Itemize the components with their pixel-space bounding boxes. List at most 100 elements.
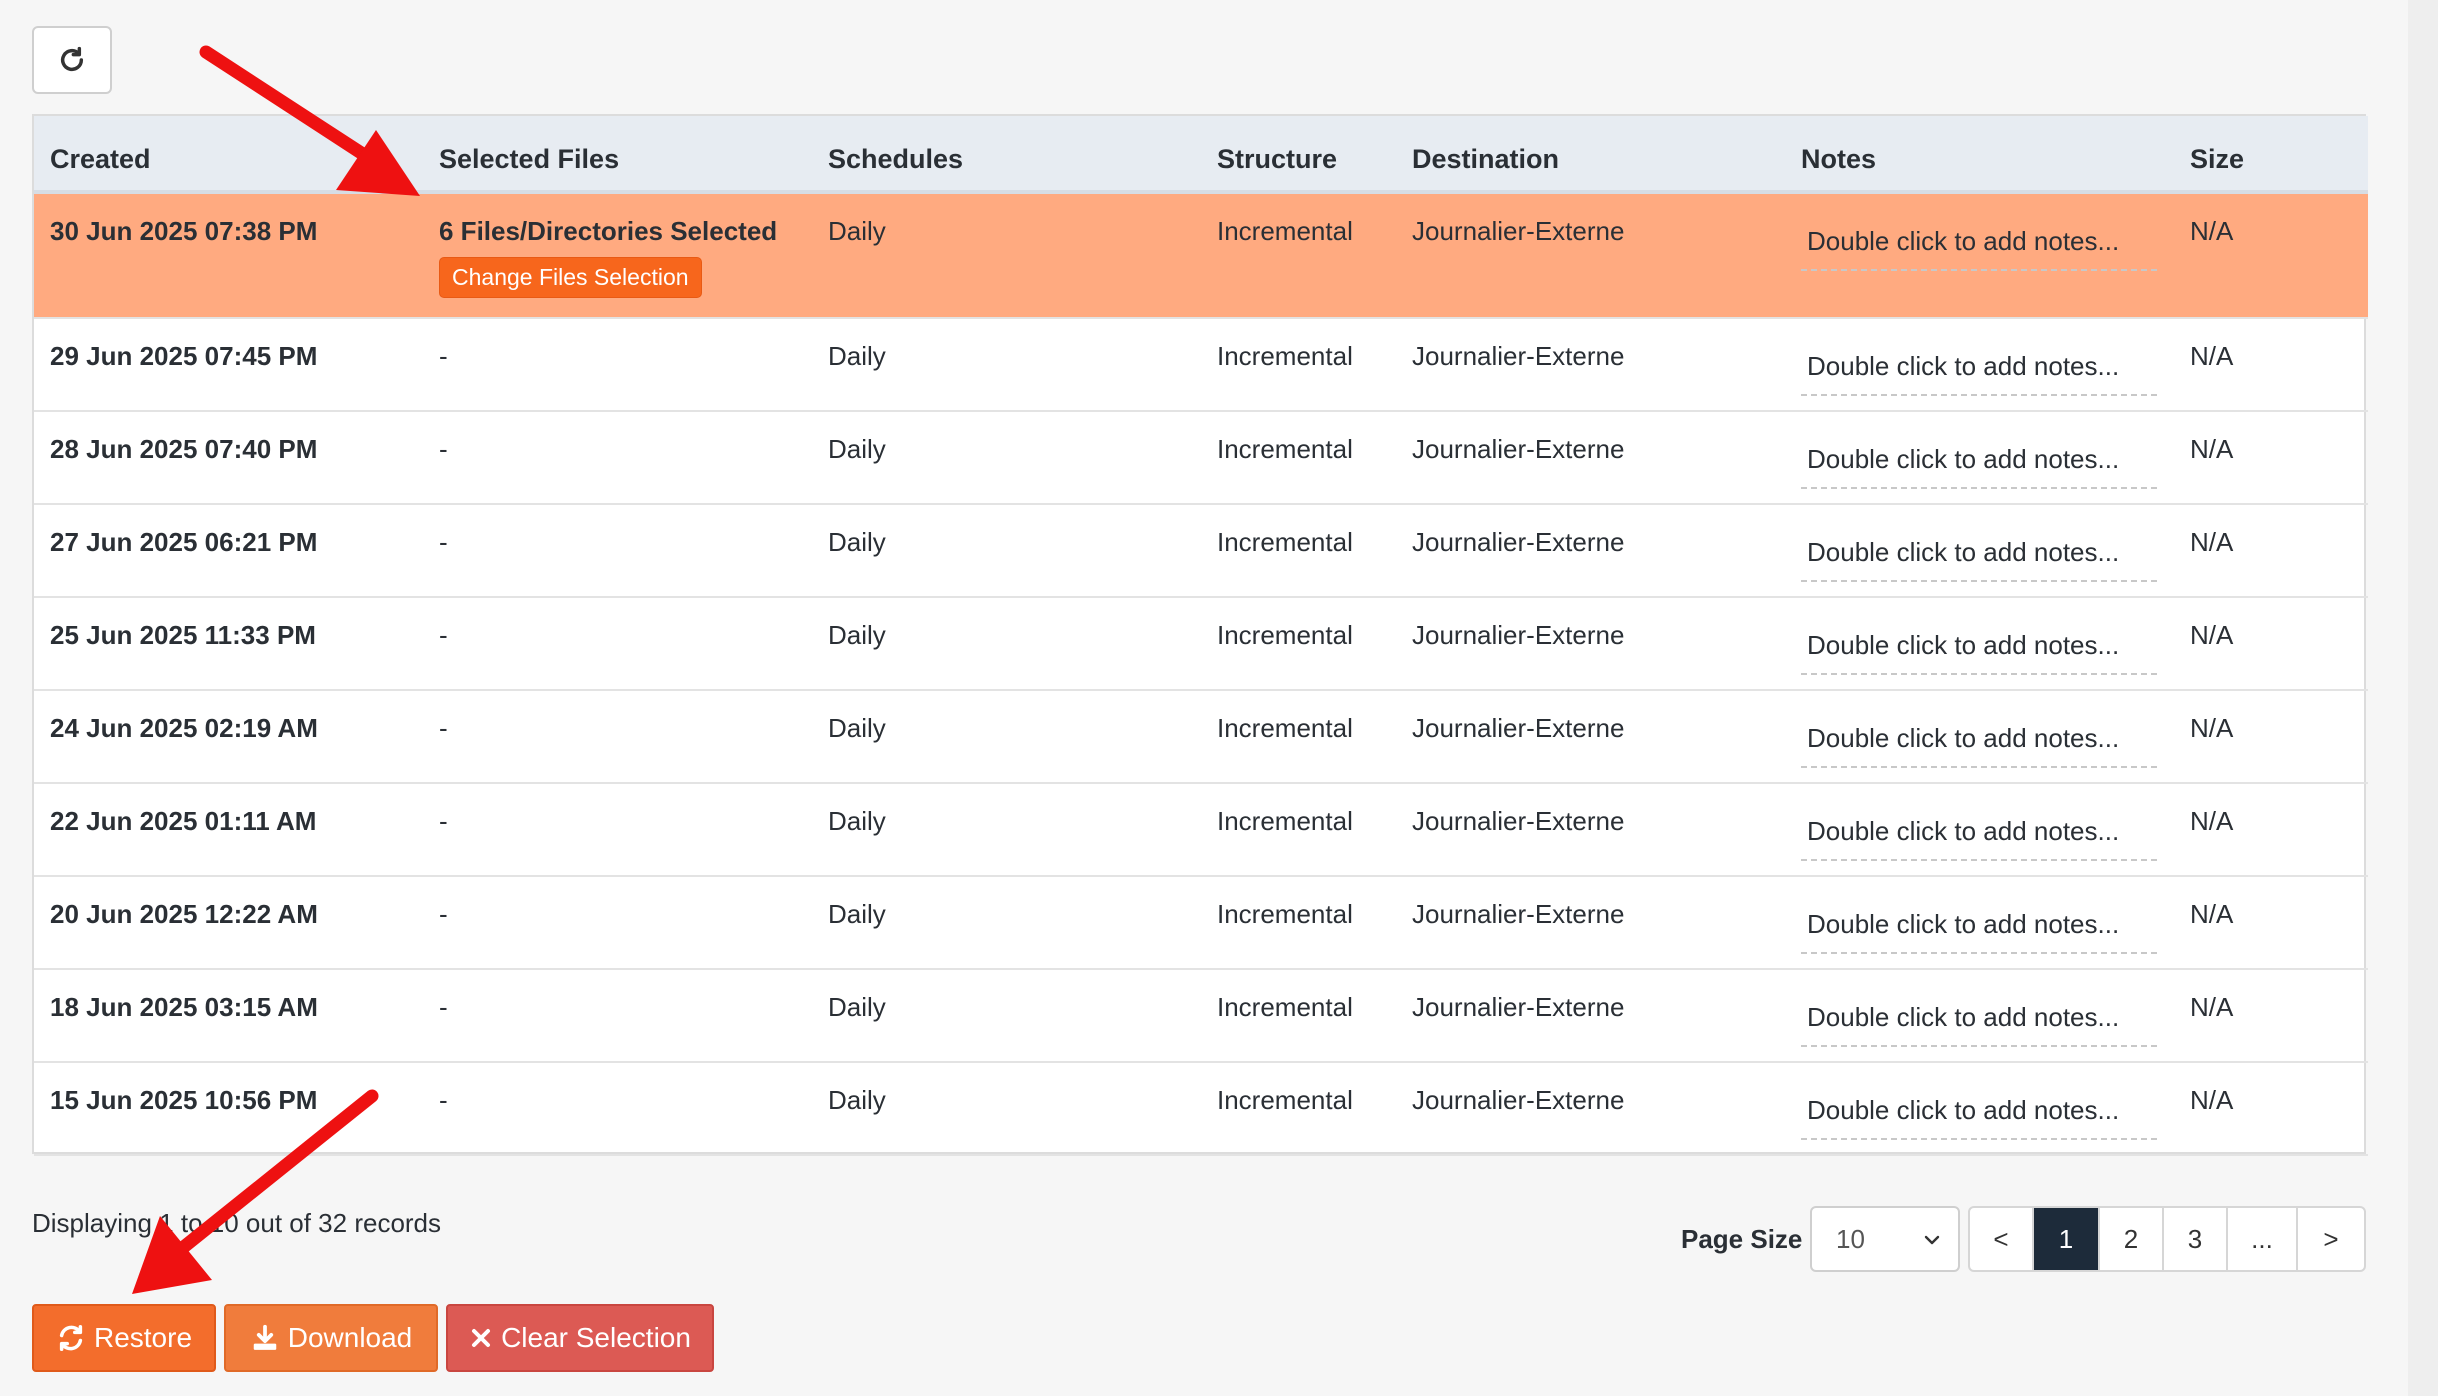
change-files-selection-button[interactable]: Change Files Selection bbox=[439, 257, 702, 298]
cell-selected-files: - bbox=[423, 876, 812, 969]
page-ellipsis-button[interactable]: ... bbox=[2228, 1208, 2298, 1270]
table-row[interactable]: 20 Jun 2025 12:22 AM - Daily Incremental Jou… bbox=[34, 876, 2368, 969]
cell-destination-text: Journalier-Externe bbox=[1412, 1085, 1625, 1115]
chevron-down-icon bbox=[1924, 1235, 1940, 1245]
cell-destination-text: Journalier-Externe bbox=[1412, 992, 1625, 1022]
cell-destination: Journalier-Externe bbox=[1396, 504, 1785, 597]
header-selected-files[interactable]: Selected Files bbox=[423, 116, 812, 192]
page-next-button[interactable]: > bbox=[2298, 1208, 2364, 1270]
notes-field[interactable]: Double click to add notes... bbox=[1801, 899, 2157, 954]
cell-size: N/A bbox=[2174, 690, 2368, 783]
cell-destination-text: Journalier-Externe bbox=[1412, 434, 1625, 464]
notes-field[interactable]: Double click to add notes... bbox=[1801, 434, 2157, 489]
table-row[interactable]: 27 Jun 2025 06:21 PM - Daily Incremental Jou… bbox=[34, 504, 2368, 597]
cell-schedule: Daily bbox=[812, 597, 1201, 690]
cell-notes: Double click to add notes... bbox=[1785, 318, 2174, 411]
cell-structure-text: Incremental bbox=[1217, 216, 1353, 246]
cell-notes: Double click to add notes... bbox=[1785, 876, 2174, 969]
cell-schedule: Daily bbox=[812, 1062, 1201, 1155]
cell-selected-files-text: - bbox=[439, 992, 448, 1022]
table-header-row: Created Selected Files Schedules Structu… bbox=[34, 116, 2368, 192]
header-size[interactable]: Size bbox=[2174, 116, 2368, 192]
table-row[interactable]: 30 Jun 2025 07:38 PM 6 Files/Directories … bbox=[34, 192, 2368, 318]
cell-created-text: 15 Jun 2025 10:56 PM bbox=[50, 1085, 318, 1115]
cell-size: N/A bbox=[2174, 876, 2368, 969]
header-structure[interactable]: Structure bbox=[1201, 116, 1396, 192]
cell-destination-text: Journalier-Externe bbox=[1412, 620, 1625, 650]
cell-created-text: 25 Jun 2025 11:33 PM bbox=[50, 620, 316, 650]
page-3-button[interactable]: 3 bbox=[2164, 1208, 2228, 1270]
cell-schedule: Daily bbox=[812, 318, 1201, 411]
header-created[interactable]: Created bbox=[34, 116, 423, 192]
cell-created: 18 Jun 2025 03:15 AM bbox=[34, 969, 423, 1062]
page-1-button[interactable]: 1 bbox=[2034, 1208, 2100, 1270]
cell-created: 24 Jun 2025 02:19 AM bbox=[34, 690, 423, 783]
cell-schedule-text: Daily bbox=[828, 434, 886, 464]
cell-structure-text: Incremental bbox=[1217, 992, 1353, 1022]
page-size-select[interactable]: 10 bbox=[1810, 1206, 1960, 1272]
download-icon bbox=[253, 1324, 276, 1350]
cell-destination: Journalier-Externe bbox=[1396, 969, 1785, 1062]
cell-structure: Incremental bbox=[1201, 504, 1396, 597]
download-button[interactable]: Download bbox=[224, 1304, 438, 1372]
cell-destination-text: Journalier-Externe bbox=[1412, 341, 1625, 371]
notes-field[interactable]: Double click to add notes... bbox=[1801, 620, 2157, 675]
cell-destination: Journalier-Externe bbox=[1396, 411, 1785, 504]
table-row[interactable]: 25 Jun 2025 11:33 PM - Daily Incremental Jou… bbox=[34, 597, 2368, 690]
cell-size: N/A bbox=[2174, 969, 2368, 1062]
cell-structure-text: Incremental bbox=[1217, 434, 1353, 464]
records-count-text: Displaying 1 to 10 out of 32 records bbox=[32, 1208, 442, 1238]
cell-created-text: 20 Jun 2025 12:22 AM bbox=[50, 899, 318, 929]
cell-structure-text: Incremental bbox=[1217, 527, 1353, 557]
clear-selection-button[interactable]: Clear Selection bbox=[446, 1304, 714, 1372]
cell-created: 28 Jun 2025 07:40 PM bbox=[34, 411, 423, 504]
cell-structure: Incremental bbox=[1201, 690, 1396, 783]
cell-notes: Double click to add notes... bbox=[1785, 504, 2174, 597]
header-notes[interactable]: Notes bbox=[1785, 116, 2174, 192]
table-row[interactable]: 29 Jun 2025 07:45 PM - Daily Incremental Jou… bbox=[34, 318, 2368, 411]
cell-selected-files-text: - bbox=[439, 341, 448, 371]
page-size-value: 10 bbox=[1836, 1223, 1865, 1254]
table-row[interactable]: 24 Jun 2025 02:19 AM - Daily Incremental Jou… bbox=[34, 690, 2368, 783]
cell-created-text: 18 Jun 2025 03:15 AM bbox=[50, 992, 318, 1022]
cell-selected-files-text: - bbox=[439, 1085, 448, 1115]
notes-field[interactable]: Double click to add notes... bbox=[1801, 713, 2157, 768]
notes-field[interactable]: Double click to add notes... bbox=[1801, 216, 2157, 271]
cell-destination: Journalier-Externe bbox=[1396, 783, 1785, 876]
notes-field[interactable]: Double click to add notes... bbox=[1801, 1085, 2157, 1140]
window-edge bbox=[2408, 0, 2438, 1396]
table-row[interactable]: 18 Jun 2025 03:15 AM - Daily Incremental Jou… bbox=[34, 969, 2368, 1062]
table-row[interactable]: 15 Jun 2025 10:56 PM - Daily Incremental Jou… bbox=[34, 1062, 2368, 1155]
cell-selected-files-text: - bbox=[439, 806, 448, 836]
restore-icon bbox=[59, 1325, 83, 1351]
cell-structure-text: Incremental bbox=[1217, 341, 1353, 371]
cell-selected-files: - bbox=[423, 969, 812, 1062]
cell-structure: Incremental bbox=[1201, 876, 1396, 969]
cell-size-text: N/A bbox=[2190, 713, 2234, 743]
page-2-button[interactable]: 2 bbox=[2100, 1208, 2164, 1270]
cell-created-text: 27 Jun 2025 06:21 PM bbox=[50, 527, 318, 557]
cell-schedule-text: Daily bbox=[828, 1085, 886, 1115]
cell-structure: Incremental bbox=[1201, 1062, 1396, 1155]
cell-structure: Incremental bbox=[1201, 318, 1396, 411]
cell-selected-files: - bbox=[423, 411, 812, 504]
table-row[interactable]: 22 Jun 2025 01:11 AM - Daily Incremental Jou… bbox=[34, 783, 2368, 876]
cell-structure-text: Incremental bbox=[1217, 713, 1353, 743]
cell-schedule: Daily bbox=[812, 969, 1201, 1062]
cell-structure-text: Incremental bbox=[1217, 1085, 1353, 1115]
notes-field[interactable]: Double click to add notes... bbox=[1801, 806, 2157, 861]
refresh-button[interactable] bbox=[32, 26, 112, 94]
header-destination[interactable]: Destination bbox=[1396, 116, 1785, 192]
restore-label: Restore bbox=[93, 1322, 193, 1353]
cell-schedule-text: Daily bbox=[828, 806, 886, 836]
table-row[interactable]: 28 Jun 2025 07:40 PM - Daily Incremental Jou… bbox=[34, 411, 2368, 504]
cell-selected-files: - bbox=[423, 690, 812, 783]
header-schedules[interactable]: Schedules bbox=[812, 116, 1201, 192]
notes-field[interactable]: Double click to add notes... bbox=[1801, 992, 2157, 1047]
cell-size-text: N/A bbox=[2190, 527, 2234, 557]
notes-field[interactable]: Double click to add notes... bbox=[1801, 341, 2157, 396]
page-prev-button[interactable]: < bbox=[1970, 1208, 2034, 1270]
cell-schedule: Daily bbox=[812, 783, 1201, 876]
notes-field[interactable]: Double click to add notes... bbox=[1801, 527, 2157, 582]
restore-button[interactable]: Restore bbox=[32, 1304, 216, 1372]
